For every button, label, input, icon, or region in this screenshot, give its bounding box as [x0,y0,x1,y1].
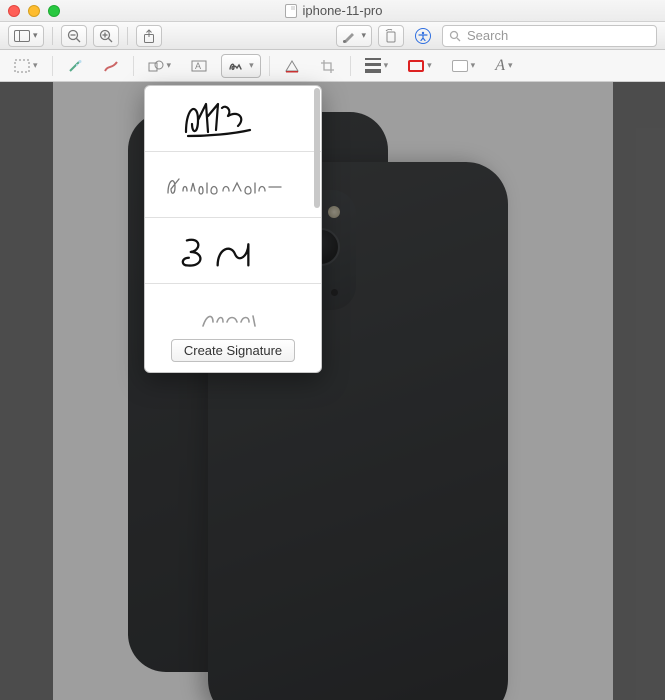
fill-color-button[interactable]: ▾ [446,54,482,78]
signature-item[interactable] [145,86,321,152]
svg-text:A: A [195,61,201,71]
selection-tool-button[interactable]: ▾ [8,54,44,78]
accessibility-button[interactable] [410,25,436,47]
line-style-button[interactable]: ▾ [359,54,395,78]
toolbar-separator [350,56,351,76]
fullscreen-window-button[interactable] [48,5,60,17]
sidebar-toggle-button[interactable]: ▾ [8,25,44,47]
zoom-out-button[interactable] [61,25,87,47]
signature-item[interactable] [145,284,321,331]
sign-button[interactable]: ▾ [221,54,261,78]
popover-footer: Create Signature [145,331,321,372]
chevron-down-icon: ▾ [508,60,513,71]
chevron-down-icon: ▾ [427,60,432,71]
instant-alpha-button[interactable] [61,54,89,78]
border-color-swatch [408,60,424,72]
adjust-color-icon [284,59,300,73]
toolbar-separator [52,56,53,76]
chevron-down-icon: ▾ [33,30,38,41]
markup-toolbar: ▾ ▾ A ▾ ▾ ▾ ▾ A ▾ [0,50,665,82]
text-box-icon: A [191,59,207,73]
shapes-icon [148,59,164,73]
toolbar-separator [133,56,134,76]
fill-color-swatch [452,60,468,72]
crop-icon [320,59,336,73]
signature-item[interactable] [145,152,321,218]
minimize-window-button[interactable] [28,5,40,17]
chevron-down-icon: ▾ [167,60,172,71]
toolbar-separator [127,27,128,45]
text-style-button[interactable]: A ▾ [489,54,518,78]
create-signature-button[interactable]: Create Signature [171,339,295,362]
chevron-down-icon: ▾ [471,60,476,71]
chevron-down-icon: ▾ [384,60,389,71]
share-icon [143,29,155,43]
window-title: iphone-11-pro [60,3,607,18]
border-color-button[interactable]: ▾ [402,54,438,78]
chevron-down-icon: ▾ [361,30,366,41]
draw-button[interactable] [97,54,125,78]
sidebar-icon [14,30,30,42]
window-titlebar: iphone-11-pro [0,0,665,22]
dim-overlay [0,82,665,700]
window-title-text: iphone-11-pro [303,3,383,18]
selection-rect-icon [14,59,30,73]
line-style-icon [365,58,381,73]
markup-pen-icon [342,29,358,43]
traffic-lights [8,5,60,17]
signature-preview-icon [178,96,288,142]
magic-wand-icon [67,59,83,73]
shapes-button[interactable]: ▾ [142,54,178,78]
markup-toggle-button[interactable]: ▾ [336,25,372,47]
signature-preview-icon [163,165,303,205]
rotate-icon [384,29,398,43]
toolbar-separator [52,27,53,45]
signature-preview-icon [183,300,283,331]
zoom-in-button[interactable] [93,25,119,47]
chevron-down-icon: ▾ [249,60,254,71]
signature-preview-icon [173,227,293,275]
signature-icon [228,59,246,73]
search-field[interactable]: Search [442,25,657,47]
text-style-icon: A [495,57,505,75]
scrollbar-thumb[interactable] [314,88,320,208]
close-window-button[interactable] [8,5,20,17]
adjust-color-button[interactable] [278,54,306,78]
signature-list [145,86,321,331]
rotate-button[interactable] [378,25,404,47]
signature-item[interactable] [145,218,321,284]
main-toolbar: ▾ ▾ Search [0,22,665,50]
toolbar-separator [269,56,270,76]
document-icon [285,4,297,18]
zoom-out-icon [67,29,81,43]
pencil-icon [103,59,119,73]
text-tool-button[interactable]: A [185,54,213,78]
accessibility-icon [415,28,431,44]
crop-button[interactable] [314,54,342,78]
zoom-in-icon [99,29,113,43]
signature-popover: Create Signature [144,85,322,373]
search-icon [449,30,461,42]
document-canvas[interactable] [0,82,665,700]
share-button[interactable] [136,25,162,47]
chevron-down-icon: ▾ [33,60,38,71]
search-placeholder: Search [467,28,508,43]
